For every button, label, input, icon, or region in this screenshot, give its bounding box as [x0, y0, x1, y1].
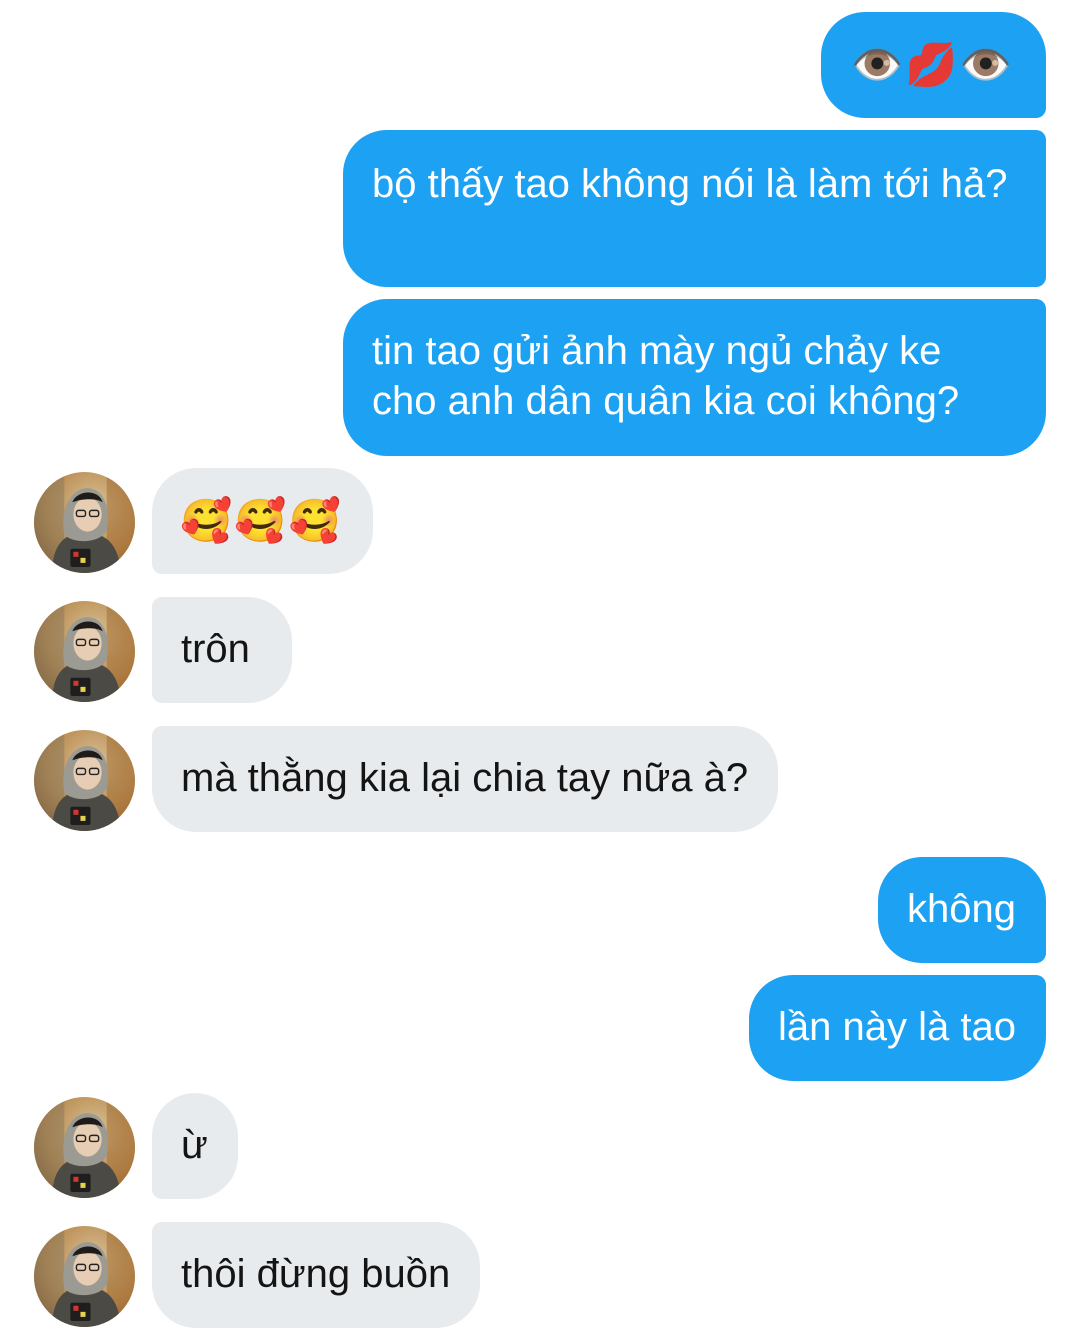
message-bubble-sent[interactable]: không: [878, 857, 1046, 963]
message-text: mà thằng kia lại chia tay nữa à?: [181, 756, 749, 800]
message-bubble-received[interactable]: 🥰🥰🥰: [152, 468, 373, 574]
message-bubble-sent[interactable]: bộ thấy tao không nói là làm tới hả?: [343, 130, 1046, 287]
avatar-image: [34, 1097, 135, 1198]
contact-avatar[interactable]: [34, 730, 135, 831]
message-text: lần này là tao: [778, 1005, 1016, 1049]
avatar-image: [34, 601, 135, 702]
message-bubble-sent[interactable]: tin tao gửi ảnh mày ngủ chảy ke cho anh …: [343, 299, 1046, 456]
message-text: bộ thấy tao không nói là làm tới hả?: [372, 162, 1008, 206]
contact-avatar[interactable]: [34, 601, 135, 702]
message-text: 👁️💋👁️: [851, 41, 1014, 88]
message-text: 🥰🥰🥰: [180, 497, 343, 544]
message-text: tin tao gửi ảnh mày ngủ chảy ke cho anh …: [372, 329, 960, 423]
message-text: trôn: [181, 627, 250, 671]
message-bubble-received[interactable]: mà thằng kia lại chia tay nữa à?: [152, 726, 779, 832]
avatar-image: [34, 730, 135, 831]
contact-avatar[interactable]: [34, 472, 135, 573]
message-bubble-received[interactable]: ừ: [152, 1093, 238, 1199]
avatar-image: [34, 472, 135, 573]
message-bubble-received[interactable]: trôn: [152, 597, 292, 703]
message-bubble-received[interactable]: thôi đừng buồn: [152, 1222, 481, 1328]
avatar-image: [34, 1226, 135, 1327]
message-text: thôi đừng buồn: [181, 1252, 451, 1296]
message-bubble-sent[interactable]: 👁️💋👁️: [821, 12, 1046, 118]
contact-avatar[interactable]: [34, 1226, 135, 1327]
contact-avatar[interactable]: [34, 1097, 135, 1198]
message-bubble-sent[interactable]: lần này là tao: [749, 975, 1046, 1081]
message-text: ừ: [181, 1123, 208, 1167]
message-text: không: [907, 887, 1016, 931]
